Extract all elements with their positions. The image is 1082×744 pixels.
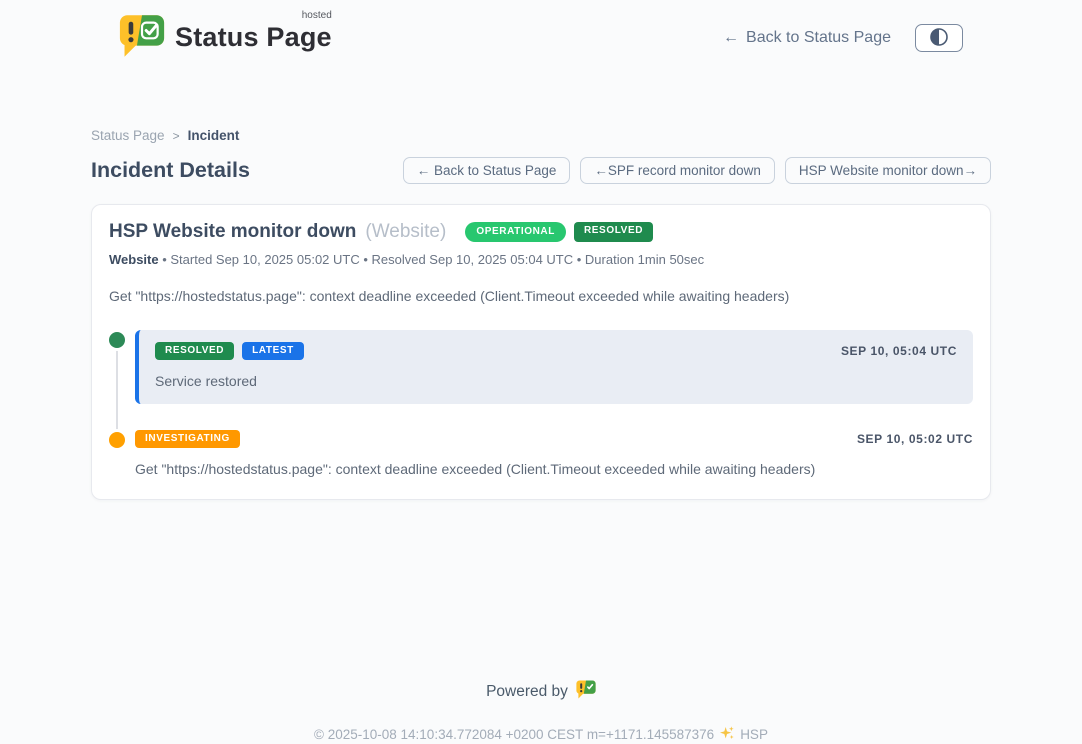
logo-superscript: hosted (302, 10, 332, 21)
breadcrumb: Status Page > Incident (91, 128, 991, 143)
resolved-status-badge: RESOLVED (574, 222, 653, 242)
timeline-entry-resolved: RESOLVED LATEST SEP 10, 05:04 UTC Servic… (109, 330, 973, 404)
header-back-link-label: Back to Status Page (746, 29, 891, 47)
timeline-message: Get "https://hostedstatus.page": context… (135, 461, 973, 477)
incident-description: Get "https://hostedstatus.page": context… (109, 288, 973, 304)
incident-meta: Website • Started Sep 10, 2025 05:02 UTC… (109, 252, 973, 267)
page-title: Incident Details (91, 158, 250, 183)
breadcrumb-current: Incident (188, 128, 240, 143)
investigating-badge: INVESTIGATING (135, 430, 240, 448)
footer: Powered by © 2025-10-08 14:10:34.772084 … (0, 680, 1082, 744)
header: hosted Status Page ← Back to Status Page (91, 0, 991, 64)
breadcrumb-separator: > (173, 129, 180, 143)
sparkles-icon (719, 725, 735, 744)
incident-nav-buttons: ← Back to Status Page ←SPF record monito… (403, 157, 991, 184)
latest-badge: LATEST (242, 342, 304, 360)
timeline-dot-orange (109, 432, 125, 448)
circle-half-icon (929, 27, 949, 50)
back-to-status-page-button[interactable]: ← Back to Status Page (403, 157, 571, 184)
timeline-entry-investigating: INVESTIGATING SEP 10, 05:02 UTC Get "htt… (109, 430, 973, 477)
left-arrow-icon: ← (723, 29, 739, 47)
next-incident-button[interactable]: HSP Website monitor down→ (785, 157, 991, 184)
timeline-message: Service restored (155, 373, 957, 389)
copyright-text: © 2025-10-08 14:10:34.772084 +0200 CEST … (314, 727, 714, 742)
timeline-timestamp: SEP 10, 05:02 UTC (857, 432, 973, 446)
logo-text: Status Page (175, 22, 332, 52)
incident-meta-component: Website (109, 252, 159, 267)
prev-incident-button[interactable]: ←SPF record monitor down (580, 157, 775, 184)
app-logo[interactable]: hosted Status Page (119, 14, 332, 63)
timeline-timestamp: SEP 10, 05:04 UTC (841, 344, 957, 358)
breadcrumb-root[interactable]: Status Page (91, 128, 165, 143)
operational-status-badge: OPERATIONAL (465, 222, 566, 242)
timeline-entry-highlight-box: RESOLVED LATEST SEP 10, 05:04 UTC Servic… (135, 330, 973, 404)
incident-card: HSP Website monitor down (Website) OPERA… (91, 204, 991, 500)
status-page-logo-icon-small[interactable] (576, 680, 596, 704)
status-page-logo-icon (119, 14, 165, 63)
timeline-dot-green (109, 332, 125, 348)
header-back-link[interactable]: ← Back to Status Page (723, 29, 891, 47)
copyright-line: © 2025-10-08 14:10:34.772084 +0200 CEST … (0, 725, 1082, 744)
theme-toggle-button[interactable] (915, 24, 963, 52)
incident-meta-times: • Started Sep 10, 2025 05:02 UTC • Resol… (159, 252, 705, 267)
incident-component: (Website) (365, 221, 446, 243)
incident-title: HSP Website monitor down (109, 221, 356, 243)
incident-timeline: RESOLVED LATEST SEP 10, 05:04 UTC Servic… (109, 330, 973, 477)
copyright-suffix: HSP (740, 727, 768, 742)
resolved-badge: RESOLVED (155, 342, 234, 360)
powered-by-label: Powered by (486, 683, 568, 701)
